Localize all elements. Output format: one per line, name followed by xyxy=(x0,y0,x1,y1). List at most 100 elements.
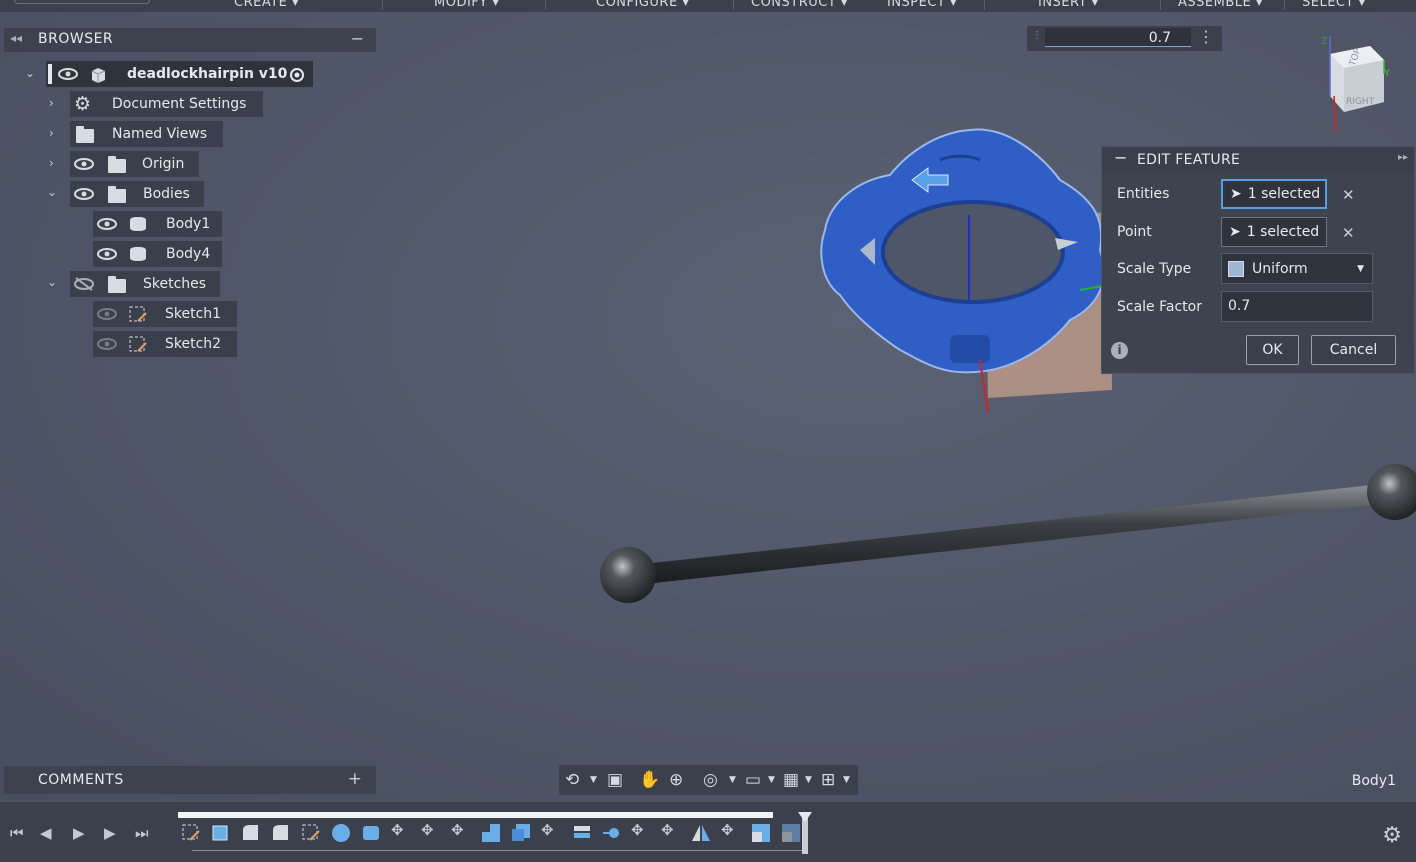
move-feature-icon[interactable]: ✥ xyxy=(541,821,554,839)
move-feature-icon[interactable]: ✥ xyxy=(451,821,464,839)
eye-icon[interactable] xyxy=(97,308,117,320)
fillet-feature-icon[interactable] xyxy=(240,822,260,842)
menu-configure[interactable]: CONFIGURE ▾ xyxy=(596,0,689,10)
move-feature-icon[interactable]: ✥ xyxy=(421,821,434,839)
scale-type-dropdown[interactable]: Uniform ▼ xyxy=(1221,253,1373,284)
viewports-icon[interactable]: ⊞ xyxy=(821,770,835,790)
chevron-right-icon[interactable]: › xyxy=(49,156,54,170)
zoom-icon[interactable]: ⊕ xyxy=(669,770,683,790)
ok-button[interactable]: OK xyxy=(1246,335,1299,365)
info-icon[interactable]: i xyxy=(1111,342,1128,359)
browser-item-body4[interactable]: Body4 xyxy=(93,241,222,267)
chevron-down-icon[interactable]: ▼ xyxy=(729,775,736,785)
canvas-viewport[interactable] xyxy=(0,0,1416,800)
step-forward-icon[interactable]: ▶ xyxy=(104,824,116,842)
more-options-icon[interactable]: ⋮ xyxy=(1198,27,1214,46)
comments-panel: COMMENTS + xyxy=(4,766,376,794)
sketch-feature-icon[interactable] xyxy=(180,822,200,842)
activate-radio-icon[interactable] xyxy=(289,67,305,83)
menu-insert[interactable]: INSERT ▾ xyxy=(1038,0,1099,10)
browser-item-label: Bodies xyxy=(143,186,190,202)
chevron-down-icon[interactable]: ⌄ xyxy=(25,66,35,80)
scale-value-input[interactable]: 0.7 xyxy=(1045,28,1191,47)
browser-item-sketch1[interactable]: Sketch1 xyxy=(93,301,237,327)
browser-item-bodies[interactable]: Bodies xyxy=(70,181,204,207)
clear-entities-icon[interactable]: ✕ xyxy=(1342,186,1355,204)
pan-icon[interactable]: ✋ xyxy=(639,770,660,790)
go-to-start-icon[interactable]: ⏮ xyxy=(10,824,24,842)
orbit-icon[interactable]: ⟲ xyxy=(565,770,579,790)
chevron-down-icon[interactable]: ▼ xyxy=(805,775,812,785)
eye-hidden-icon[interactable] xyxy=(74,277,94,291)
minimize-icon[interactable]: − xyxy=(1114,148,1127,167)
body-pin[interactable] xyxy=(590,455,1416,615)
menu-select[interactable]: SELECT ▾ xyxy=(1302,0,1366,10)
workspace-switcher[interactable] xyxy=(14,0,150,4)
chevron-right-icon[interactable]: › xyxy=(49,96,54,110)
viewcube[interactable]: Z Y TOP RIGHT xyxy=(1314,34,1394,134)
move-feature-icon[interactable]: ✥ xyxy=(631,821,644,839)
chevron-right-icon[interactable]: › xyxy=(49,126,54,140)
grid-icon[interactable]: ▦ xyxy=(783,770,799,790)
go-to-end-icon[interactable]: ⏭ xyxy=(135,824,149,842)
extrude-feature-icon[interactable] xyxy=(210,822,230,842)
add-comment-icon[interactable]: + xyxy=(348,769,362,789)
eye-icon[interactable] xyxy=(97,338,117,350)
chevron-down-icon[interactable]: ▼ xyxy=(768,775,775,785)
pattern-feature-icon[interactable] xyxy=(571,822,591,842)
browser-item-body1[interactable]: Body1 xyxy=(93,211,222,237)
eye-icon[interactable] xyxy=(74,158,94,170)
browser-item-origin[interactable]: Origin xyxy=(70,151,199,177)
chevron-down-icon[interactable]: ⌄ xyxy=(47,275,57,289)
menu-assemble[interactable]: ASSEMBLE ▾ xyxy=(1178,0,1263,10)
joint-feature-icon[interactable] xyxy=(601,822,621,842)
eye-icon[interactable] xyxy=(58,68,78,80)
combine-feature-icon[interactable] xyxy=(510,822,530,842)
clear-point-icon[interactable]: ✕ xyxy=(1342,224,1355,242)
menu-inspect[interactable]: INSPECT ▾ xyxy=(887,0,957,10)
entities-selector[interactable]: ➤ 1 selected xyxy=(1221,179,1327,209)
scale-factor-input[interactable]: 0.7 xyxy=(1221,291,1373,322)
move-feature-icon[interactable]: ✥ xyxy=(391,821,404,839)
move-feature-icon[interactable]: ✥ xyxy=(721,821,734,839)
menu-create[interactable]: CREATE ▾ xyxy=(234,0,299,10)
drag-grip-icon[interactable]: ⋮ xyxy=(1032,30,1042,41)
move-feature-icon[interactable]: ✥ xyxy=(661,821,674,839)
mirror-feature-icon[interactable] xyxy=(690,822,710,842)
expand-panel-icon[interactable]: ▸▸ xyxy=(1398,152,1408,163)
cylinder-feature-icon[interactable] xyxy=(360,822,380,842)
browser-item-named-views[interactable]: Named Views xyxy=(70,121,223,147)
look-at-icon[interactable]: ▣ xyxy=(607,770,623,790)
eye-icon[interactable] xyxy=(74,188,94,200)
scale-type-label: Scale Type xyxy=(1117,261,1192,277)
eye-icon[interactable] xyxy=(97,248,117,260)
fillet-feature-icon[interactable] xyxy=(270,822,290,842)
scale-feature-icon[interactable] xyxy=(750,822,770,842)
collapse-panel-icon[interactable]: ◂◂ xyxy=(10,31,22,45)
step-back-icon[interactable]: ◀ xyxy=(40,824,52,842)
selected-body-knob[interactable] xyxy=(800,120,1130,420)
browser-item-sketch2[interactable]: Sketch2 xyxy=(93,331,237,357)
gear-icon[interactable]: ⚙ xyxy=(1382,823,1402,848)
cancel-button[interactable]: Cancel xyxy=(1311,335,1396,365)
toolbar-separator xyxy=(1160,0,1161,10)
combine-feature-icon[interactable] xyxy=(480,822,500,842)
scale-feature-icon[interactable] xyxy=(780,822,800,842)
menu-construct[interactable]: CONSTRUCT ▾ xyxy=(751,0,848,10)
eye-icon[interactable] xyxy=(97,218,117,230)
fit-icon[interactable]: ◎ xyxy=(703,770,718,790)
play-icon[interactable]: ▶ xyxy=(73,824,85,842)
display-settings-icon[interactable]: ▭ xyxy=(745,770,761,790)
sphere-feature-icon[interactable] xyxy=(330,822,350,842)
point-selector[interactable]: ➤ 1 selected xyxy=(1221,217,1327,247)
menu-modify[interactable]: MODIFY ▾ xyxy=(434,0,499,10)
browser-root-document[interactable]: deadlockhairpin v10 xyxy=(46,61,313,87)
browser-item-document-settings[interactable]: ⚙ Document Settings xyxy=(70,91,263,117)
chevron-down-icon[interactable]: ▼ xyxy=(590,775,597,785)
chevron-down-icon[interactable]: ▼ xyxy=(843,775,850,785)
timeline-marker[interactable] xyxy=(798,812,812,854)
minimize-icon[interactable]: − xyxy=(351,29,364,48)
browser-item-sketches[interactable]: Sketches xyxy=(70,271,220,297)
chevron-down-icon[interactable]: ⌄ xyxy=(47,185,57,199)
sketch-feature-icon[interactable] xyxy=(300,822,320,842)
